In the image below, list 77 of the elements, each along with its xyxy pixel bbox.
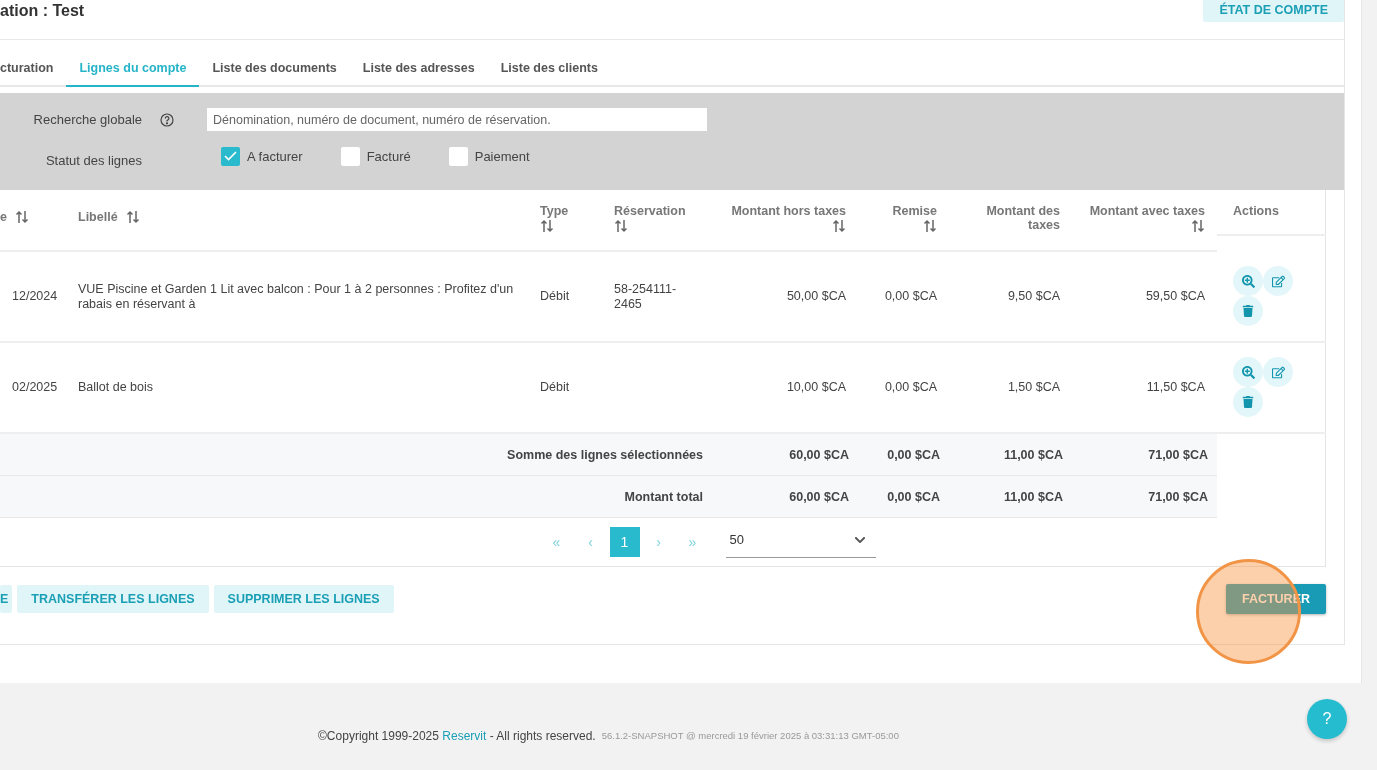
previous-page-button[interactable]: ‹ (575, 527, 606, 557)
action-button[interactable]: E (0, 585, 13, 613)
summary-value: 11,00 $CA (1002, 489, 1064, 504)
status-label: Statut des lignes (45, 152, 142, 168)
summary-value: 0,00 $CA (886, 489, 941, 504)
table-cell: 50,00 $CA (786, 289, 846, 304)
search-field[interactable]: Dénomination, numéro de document, numéro de réservation. (207, 108, 707, 131)
page-size-select[interactable]: 50 (725, 526, 876, 558)
table-cell-text: VUE Piscine et Garden 1 Lit avec balcon : Pour 1 à 2 personnes : Profitez d'un rabais en réservant à (78, 281, 515, 312)
checkbox-label: Paiement (474, 148, 530, 164)
version-text: 56.1.2-SNAPSHOT @ mercredi 19 février 2025 à 03:31:13 GMT-05:00 (601, 730, 899, 741)
column-header: Actions (1233, 204, 1279, 218)
zoom-in-icon[interactable] (1233, 357, 1263, 387)
table-cell: 02/2025 (12, 380, 58, 395)
trash-icon[interactable] (1233, 296, 1263, 326)
company-link[interactable]: Reservit (442, 728, 487, 743)
summary-value: 0,00 $CA (886, 447, 941, 462)
summary-value: 71,00 $CA (1147, 489, 1209, 504)
zoom-in-icon[interactable] (1233, 266, 1263, 296)
action-button[interactable]: SUPPRIMER LES LIGNES (213, 585, 394, 613)
table-cell: Débit (540, 289, 570, 304)
page-button[interactable]: 1 (609, 527, 640, 557)
table-cell: 59,50 $CA (1145, 289, 1205, 304)
checkbox[interactable] (340, 146, 360, 166)
column-header: Remise (892, 204, 937, 218)
tab[interactable]: Lignes du compte (66, 50, 200, 87)
checkbox[interactable] (221, 146, 240, 166)
column-header: Montant des taxes (985, 204, 1060, 232)
last-page-button[interactable]: » (677, 527, 708, 557)
table-cell-text: 58-254111-2465 (614, 281, 678, 312)
table-cell: 1,50 $CA (1007, 380, 1060, 395)
summary-value: 71,00 $CA (1147, 447, 1209, 462)
sort-icon[interactable] (14, 210, 29, 224)
tab[interactable]: Liste des clients (487, 50, 611, 87)
table-cell: 0,00 $CA (884, 380, 937, 395)
column-header: Libellé (78, 210, 118, 224)
table-cell: 0,00 $CA (884, 289, 937, 304)
first-page-button[interactable]: « (541, 527, 572, 557)
sort-icon[interactable] (614, 219, 628, 233)
summary-value: 60,00 $CA (788, 447, 850, 462)
sort-icon[interactable] (832, 219, 846, 233)
table-cell: Ballot de bois (78, 380, 154, 395)
checkbox[interactable] (448, 146, 468, 166)
table-cell: 10,00 $CA (786, 380, 846, 395)
next-page-button[interactable]: › (643, 527, 674, 557)
search-label: Recherche globale (33, 112, 142, 127)
summary-label: Somme des lignes sélectionnées (506, 447, 704, 462)
table-cell: 9,50 $CA (1007, 289, 1060, 304)
table-cell: 11,50 $CA (1146, 380, 1205, 395)
tab[interactable]: cturation (0, 50, 67, 87)
help-button[interactable]: ? (1307, 699, 1347, 739)
action-button[interactable]: TRANSFÉRER LES LIGNES (17, 585, 209, 613)
page-title: ation : Test (0, 1, 85, 20)
sort-icon[interactable] (540, 219, 554, 233)
summary-value: 11,00 $CA (1002, 447, 1064, 462)
help-icon[interactable] (160, 112, 174, 127)
column-header: Réservation (614, 204, 686, 218)
column-header: Montant hors taxes (731, 204, 846, 218)
checkbox-label: A facturer (247, 148, 303, 164)
summary-label: Montant total (623, 489, 704, 504)
column-header: Type (540, 204, 569, 218)
summary-value: 60,00 $CA (788, 489, 850, 504)
column-header: Montant avec taxes (1089, 204, 1205, 218)
sort-icon[interactable] (923, 219, 937, 233)
column-header: e (0, 210, 7, 224)
edit-icon[interactable] (1263, 357, 1293, 387)
sort-icon[interactable] (1191, 219, 1205, 233)
edit-icon[interactable] (1263, 266, 1293, 296)
table-cell: Débit (540, 380, 570, 395)
table-cell: 12/2024 (12, 289, 58, 304)
sort-icon[interactable] (125, 210, 140, 224)
checkbox-label: Facturé (366, 148, 411, 164)
tab[interactable]: Liste des adresses (349, 50, 488, 87)
copyright-text: ©Copyright 1999-2025 Reservit - All rights reserved. (318, 728, 596, 743)
tab[interactable]: Liste des documents (199, 50, 350, 87)
account-statement-button[interactable]: ÉTAT DE COMPTE (1203, 0, 1344, 22)
trash-icon[interactable] (1233, 387, 1263, 417)
